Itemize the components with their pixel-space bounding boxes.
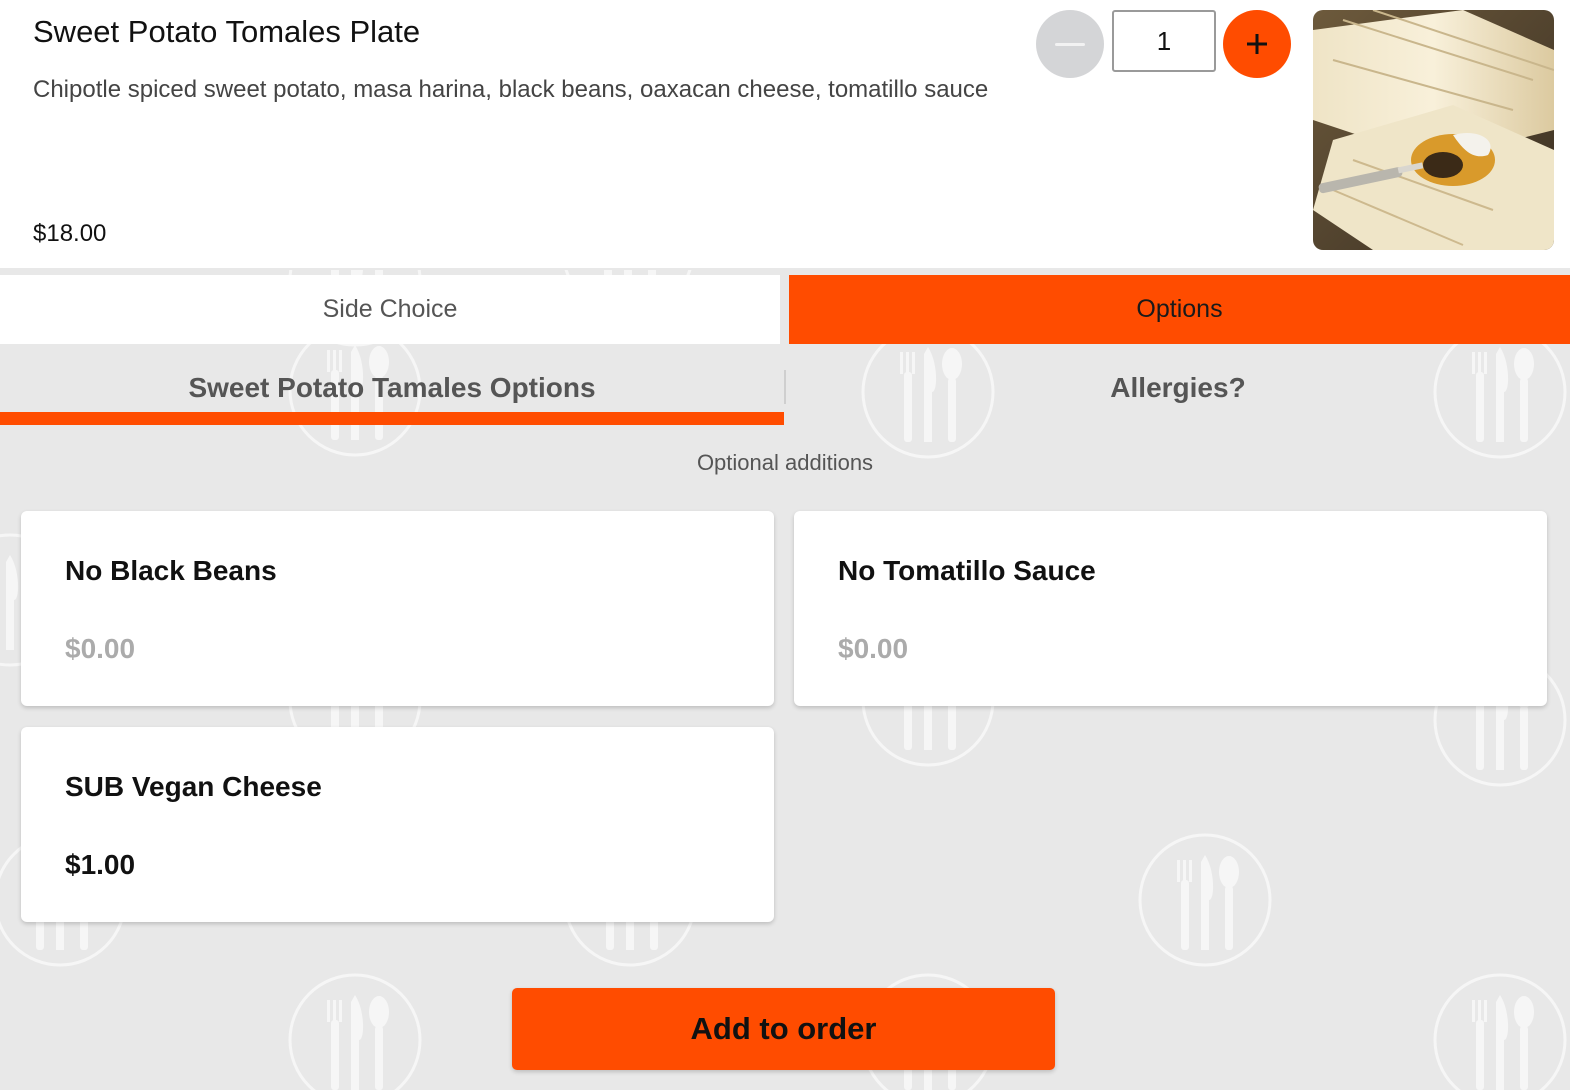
item-header: Sweet Potato Tomales Plate Chipotle spic… [0,0,1570,268]
tab-side-choice[interactable]: Side Choice [0,275,780,344]
tab-options[interactable]: Options [789,275,1570,344]
quantity-input[interactable] [1112,10,1216,72]
quantity-increase-button[interactable] [1223,10,1291,78]
option-price: $0.00 [838,633,909,664]
option-card-no-black-beans[interactable]: No Black Beans $0.00 [21,511,774,706]
item-description: Chipotle spiced sweet potato, masa harin… [33,76,989,103]
option-price: $0.00 [65,633,136,664]
item-title: Sweet Potato Tomales Plate [33,14,421,49]
option-name: No Black Beans [65,555,277,586]
minus-icon [1055,42,1085,46]
active-subtab-indicator [0,412,784,425]
sub-tabs: Sweet Potato Tamales Options Allergies? [0,352,1570,427]
section-label: Optional additions [696,450,874,475]
quantity-decrease-button[interactable] [1036,10,1104,78]
subtab-allergies-label: Allergies? [1110,372,1246,403]
option-card-no-tomatillo-sauce[interactable]: No Tomatillo Sauce $0.00 [794,511,1547,706]
option-card-sub-vegan-cheese[interactable]: SUB Vegan Cheese $1.00 [21,727,774,922]
item-price: $18.00 [33,220,107,247]
subtab-sweet-potato-options-label: Sweet Potato Tamales Options [188,372,596,403]
main-tabs: Side Choice Options [0,275,1570,344]
option-price: $1.00 [65,849,136,880]
add-to-order-button[interactable]: Add to order [512,988,1055,1070]
subtab-allergies[interactable]: Allergies? [786,352,1570,426]
option-name: SUB Vegan Cheese [65,771,322,802]
item-photo [1313,10,1554,250]
option-name: No Tomatillo Sauce [838,555,1096,586]
plus-icon [1247,34,1267,54]
